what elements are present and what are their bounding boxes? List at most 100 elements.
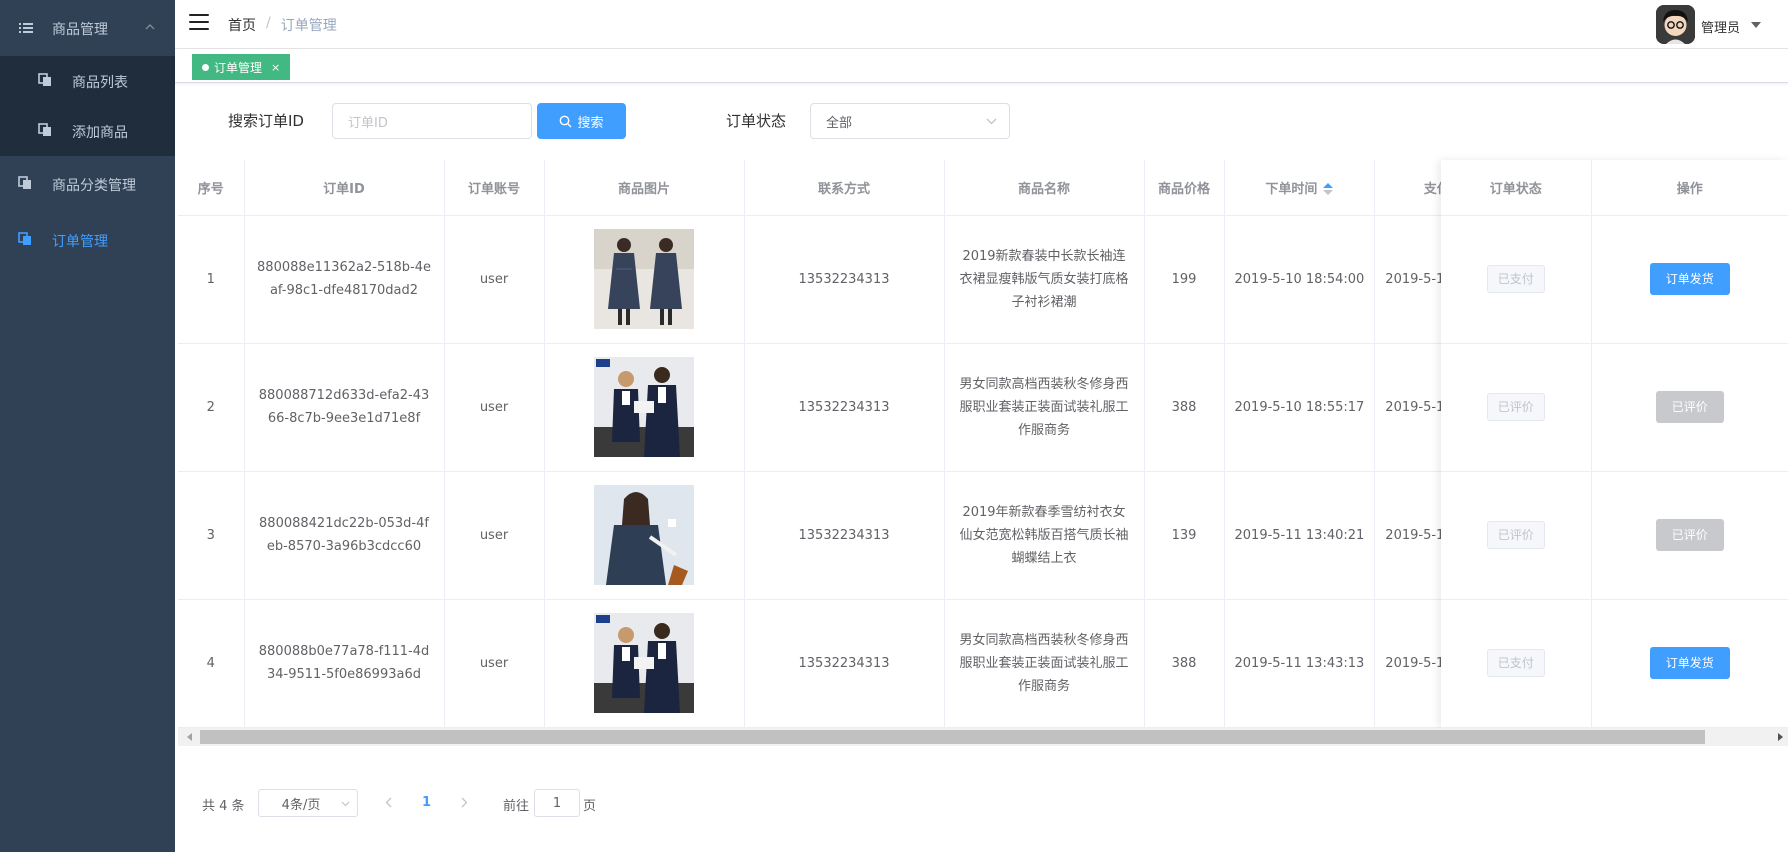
cell-account: user	[444, 215, 545, 344]
cell-contact: 13532234313	[744, 215, 945, 344]
chevron-down-icon	[341, 801, 350, 807]
sidebar-item-label: 商品列表	[72, 75, 128, 91]
horizontal-scrollbar[interactable]	[178, 728, 1788, 746]
breadcrumb: 首页 / 订单管理	[228, 15, 337, 35]
chevron-down-icon	[986, 118, 997, 125]
avatar[interactable]	[1656, 5, 1695, 44]
scroll-left-arrow-icon[interactable]	[187, 733, 192, 741]
header-order-time[interactable]: 下单时间	[1224, 160, 1376, 216]
cell-action: 已评价	[1591, 343, 1788, 472]
table-row: 已评价 已评价	[1441, 471, 1788, 600]
search-icon	[560, 115, 572, 127]
breadcrumb-current: 订单管理	[280, 18, 337, 34]
caret-down-icon[interactable]	[1751, 22, 1761, 28]
close-icon[interactable]: ×	[271, 61, 280, 74]
prev-page-icon[interactable]	[385, 797, 392, 808]
header-image: 商品图片	[544, 160, 745, 216]
cell-index: 4	[178, 599, 245, 728]
cell-product-name: 2019新款春装中长款长袖连衣裙显瘦韩版气质女装打底格子衬衫裙潮	[944, 215, 1145, 344]
cell-order-id: 880088712d633d-efa2-4366-8c7b-9ee3e1d71e…	[244, 343, 445, 472]
cell-product-name: 男女同款高档西装秋冬修身西服职业套装正装面试装礼服工作服商务	[944, 343, 1145, 472]
cell-index: 1	[178, 215, 245, 344]
status-select-value: 全部	[826, 115, 853, 131]
page-number-current[interactable]: 1	[422, 795, 431, 810]
page-suffix: 页	[583, 799, 597, 814]
cell-contact: 13532234313	[744, 599, 945, 728]
cell-index: 3	[178, 471, 245, 600]
cell-image	[544, 343, 745, 472]
cell-status: 已评价	[1441, 471, 1592, 600]
cell-order-time: 2019-5-11 13:43:13	[1224, 599, 1376, 728]
header-status: 订单状态	[1441, 160, 1592, 216]
scrollbar-thumb[interactable]	[200, 730, 1705, 744]
scroll-right-arrow-icon[interactable]	[1778, 733, 1783, 741]
ship-order-button[interactable]: 订单发货	[1649, 647, 1730, 679]
cell-contact: 13532234313	[744, 471, 945, 600]
cell-price: 199	[1144, 215, 1225, 344]
cell-image	[544, 215, 745, 344]
sidebar-item-product-management[interactable]: 商品管理	[0, 0, 175, 56]
dot-icon	[202, 63, 209, 71]
cell-image	[544, 599, 745, 728]
tag-order-management[interactable]: 订单管理 ×	[192, 54, 291, 80]
status-select[interactable]: 全部	[810, 103, 1010, 139]
product-image	[594, 229, 694, 329]
cell-order-time: 2019-5-11 13:40:21	[1224, 471, 1376, 600]
breadcrumb-home[interactable]: 首页	[228, 15, 256, 35]
navbar: 首页 / 订单管理 管理员	[175, 0, 1788, 49]
cell-product-name: 男女同款高档西装秋冬修身西服职业套装正装面试装礼服工作服商务	[944, 599, 1145, 728]
copy-icon	[38, 73, 51, 86]
header-order-time-label: 下单时间	[1265, 181, 1318, 197]
rated-button: 已评价	[1655, 519, 1724, 551]
list-icon	[19, 23, 33, 33]
sidebar-item-label: 添加商品	[72, 125, 128, 141]
cell-price: 388	[1144, 599, 1225, 728]
status-label: 订单状态	[726, 112, 787, 130]
table-row: 已支付 订单发货	[1441, 599, 1788, 728]
sidebar-item-label: 商品分类管理	[52, 178, 136, 194]
sidebar-item-order-management[interactable]: 订单管理	[0, 212, 175, 268]
user-name[interactable]: 管理员	[1701, 17, 1740, 36]
header-index: 序号	[178, 160, 245, 216]
page-size-select[interactable]: 4条/页	[258, 789, 358, 817]
table-header-row: 序号 订单ID 订单账号 商品图片 联系方式 商品名称 商品价格 下单时间 支付…	[178, 160, 1526, 216]
cell-account: user	[444, 471, 545, 600]
sort-icon[interactable]	[1323, 182, 1334, 196]
cell-index: 2	[178, 343, 245, 472]
copy-icon	[18, 232, 31, 245]
product-image	[594, 485, 694, 585]
copy-icon	[18, 176, 31, 189]
hamburger-icon[interactable]	[189, 14, 209, 30]
product-image	[594, 357, 694, 457]
cell-status: 已支付	[1441, 599, 1592, 728]
pagination-total: 共 4 条	[202, 799, 245, 814]
goto-label: 前往	[503, 799, 530, 814]
status-badge: 已评价	[1486, 393, 1545, 421]
goto-page-input[interactable]: 1	[534, 789, 580, 817]
cell-action: 已评价	[1591, 471, 1788, 600]
sidebar-item-product-list[interactable]: 商品列表	[0, 56, 175, 106]
header-contact: 联系方式	[744, 160, 945, 216]
sidebar-item-category-management[interactable]: 商品分类管理	[0, 156, 175, 212]
cell-account: user	[444, 599, 545, 728]
tags-view: 订单管理 ×	[175, 49, 1788, 83]
search-button-label: 搜索	[577, 115, 604, 131]
cell-status: 已支付	[1441, 215, 1592, 344]
search-button[interactable]: 搜索	[537, 103, 626, 139]
rated-button: 已评价	[1655, 391, 1724, 423]
table-row: 1 880088e11362a2-518b-4eaf-98c1-dfe48170d…	[178, 215, 1526, 344]
cell-product-name: 2019年新款春季雪纺衬衣女仙女范宽松韩版百搭气质长袖蝴蝶结上衣	[944, 471, 1145, 600]
cell-status: 已评价	[1441, 343, 1592, 472]
header-name: 商品名称	[944, 160, 1145, 216]
fixed-right-columns: 订单状态 操作 已支付 订单发货 已评价 已评价 已评价 已评价 已支付 订单发货	[1441, 160, 1788, 728]
ship-order-button[interactable]: 订单发货	[1649, 263, 1730, 295]
table-row: 2 880088712d633d-efa2-4366-8c7b-9ee3e1d71…	[178, 343, 1526, 472]
header-account: 订单账号	[444, 160, 545, 216]
sidebar-item-label: 商品管理	[52, 22, 108, 38]
order-id-search-input[interactable]: 订单ID	[332, 103, 532, 139]
cell-price: 388	[1144, 343, 1225, 472]
sidebar-item-label: 订单管理	[52, 234, 108, 250]
cell-order-id: 880088e11362a2-518b-4eaf-98c1-dfe48170da…	[244, 215, 445, 344]
next-page-icon[interactable]	[461, 797, 468, 808]
sidebar-item-add-product[interactable]: 添加商品	[0, 106, 175, 156]
